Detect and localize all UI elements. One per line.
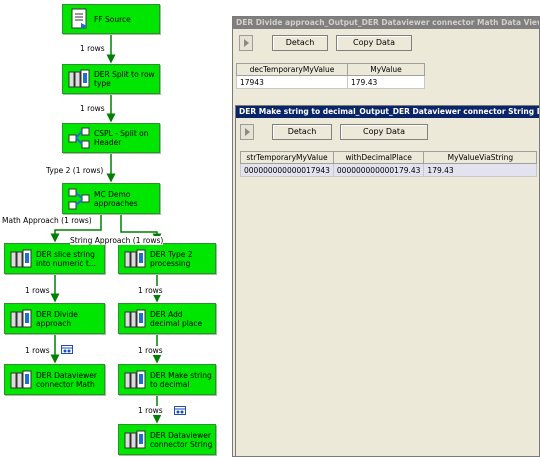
header-row: decTemporaryMyValue MyValue — [236, 63, 425, 76]
derived-column-icon — [9, 247, 33, 271]
node-label: MC Demo approaches — [94, 189, 138, 208]
node-label: DER Make string to decimal — [150, 370, 212, 389]
flow-row-count[interactable]: 1 rows — [138, 406, 163, 415]
grid-cell[interactable]: 000000000000179.43 — [332, 163, 425, 177]
detach-button[interactable]: Detach — [272, 124, 332, 140]
table-row[interactable]: 17943 179.43 — [236, 75, 425, 89]
column-header[interactable]: strTemporaryMyValue — [240, 151, 334, 164]
column-header[interactable]: withDecimalPlace — [332, 151, 425, 164]
flow-row-count[interactable]: 1 rows — [25, 286, 50, 295]
derived-column-icon — [123, 428, 147, 452]
data-viewer-icon[interactable] — [61, 345, 73, 354]
node-label: DER slice string into numeric t... — [36, 249, 96, 268]
column-header[interactable]: MyValueViaString — [423, 151, 538, 164]
data-grid[interactable]: decTemporaryMyValue MyValue 17943 179.43 — [236, 63, 425, 89]
header-row: strTemporaryMyValue withDecimalPlace MyV… — [240, 151, 538, 164]
viewer-toolbar: Detach Copy Data — [233, 29, 539, 57]
viewer-toolbar: Detach Copy Data — [236, 118, 539, 146]
continue-play-icon[interactable] — [240, 124, 254, 140]
node-der-dataviewer-string[interactable]: DER Dataviewer connector String — [118, 424, 216, 455]
column-header[interactable]: MyValue — [347, 63, 425, 76]
copy-data-button[interactable]: Copy Data — [340, 124, 428, 140]
flow-row-count[interactable]: 1 rows — [138, 346, 163, 355]
flow-row-count[interactable]: Math Approach (1 rows) — [2, 216, 92, 225]
grid-cell[interactable]: 17943 — [236, 75, 348, 89]
conditional-split-icon — [67, 126, 91, 150]
node-der-make-string[interactable]: DER Make string to decimal — [118, 364, 216, 395]
flow-row-count[interactable]: Type 2 (1 rows) — [46, 166, 104, 175]
node-ff-source[interactable]: FF Source — [62, 4, 160, 34]
continue-play-icon[interactable] — [239, 35, 253, 51]
node-der-split[interactable]: DER Split to row type — [62, 64, 160, 94]
window-title[interactable]: DER Make string to decimal_Output_DER Da… — [236, 106, 539, 118]
column-header[interactable]: decTemporaryMyValue — [236, 63, 348, 76]
grid-cell[interactable]: 179.43 — [347, 75, 425, 89]
flat-file-source-icon — [67, 7, 91, 31]
detach-button[interactable]: Detach — [272, 35, 328, 51]
node-label: CSPL - Split on Header — [94, 129, 149, 147]
node-label: DER Dataviewer connector String — [150, 430, 213, 449]
derived-column-icon — [9, 307, 33, 331]
node-label: DER Dataviewer connector Math — [36, 370, 97, 389]
derived-column-icon — [9, 368, 33, 392]
grid-cell[interactable]: 000000000000017943 — [240, 163, 334, 177]
data-viewer-icon[interactable] — [174, 406, 186, 415]
data-grid[interactable]: strTemporaryMyValue withDecimalPlace MyV… — [240, 151, 538, 177]
derived-column-icon — [123, 307, 147, 331]
node-label: DER Divide approach — [36, 309, 78, 328]
node-cspl-split[interactable]: CSPL - Split on Header — [62, 123, 160, 153]
flow-row-count[interactable]: 1 rows — [80, 104, 105, 113]
node-der-dataviewer-math[interactable]: DER Dataviewer connector Math — [4, 364, 105, 395]
node-label: DER Add decimal place — [150, 309, 203, 328]
flow-row-count[interactable]: 1 rows — [80, 44, 105, 53]
node-der-slice[interactable]: DER slice string into numeric t... — [4, 243, 105, 274]
node-label: DER Split to row type — [94, 70, 155, 88]
flow-row-count[interactable]: 1 rows — [138, 286, 163, 295]
derived-column-icon — [123, 368, 147, 392]
multicast-icon — [67, 187, 91, 211]
node-der-type2[interactable]: DER Type 2 processing — [118, 243, 216, 274]
window-title[interactable]: DER Divide approach_Output_DER Dataviewe… — [233, 17, 539, 29]
derived-column-icon — [123, 247, 147, 271]
node-mc-demo[interactable]: MC Demo approaches — [62, 183, 160, 214]
flow-row-count[interactable]: 1 rows — [25, 346, 50, 355]
table-row[interactable]: 000000000000017943 000000000000179.43 17… — [240, 163, 538, 177]
derived-column-icon — [67, 67, 91, 91]
flow-row-count[interactable]: String Approach (1 rows) — [70, 236, 164, 245]
node-der-add[interactable]: DER Add decimal place — [118, 303, 216, 334]
node-label: DER Type 2 processing — [150, 249, 193, 268]
copy-data-button[interactable]: Copy Data — [336, 35, 412, 51]
data-flow-canvas[interactable]: FF Source DER Split to row type CSPL - S… — [0, 0, 232, 457]
node-der-divide[interactable]: DER Divide approach — [4, 303, 105, 334]
grid-cell[interactable]: 179.43 — [423, 163, 538, 177]
data-viewer-window-string[interactable]: DER Make string to decimal_Output_DER Da… — [235, 105, 540, 457]
node-label: FF Source — [94, 14, 131, 24]
